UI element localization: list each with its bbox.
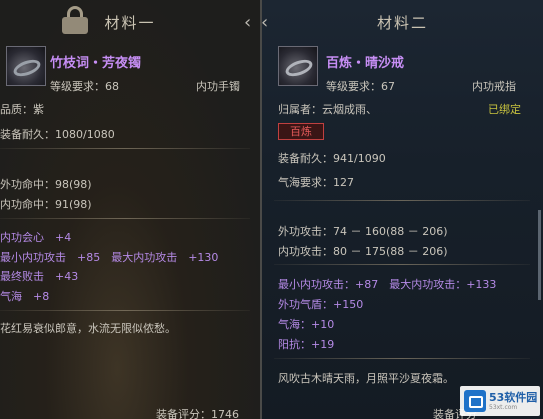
attack-line: 内功攻击：80 － 175(88 － 206) [278, 245, 448, 258]
divider [274, 358, 530, 359]
bonus-line: 气海：+10 [278, 318, 335, 331]
bonus-line: 最终败击 +43 [0, 270, 79, 283]
panel-title: 材料二 [376, 14, 428, 32]
durability: 装备耐久：1080/1080 [0, 128, 115, 141]
watermark-logo-icon [464, 390, 486, 412]
item-type: 内功手镯 [196, 80, 240, 93]
divider [0, 148, 250, 149]
site-watermark: 53软件园 53xt.com [460, 386, 540, 416]
divider [0, 218, 250, 219]
material-one-panel: 材料一 ‹ 竹枝词・芳夜镯 等级要求：68 内功手镯 品质：紫 装备耐久：108… [0, 0, 262, 419]
bracelet-item-icon [6, 46, 46, 86]
bonus-line: 最小内功攻击：+87 最大内功攻击：+133 [278, 278, 497, 291]
watermark-url: 53xt.com [489, 404, 518, 411]
divider [274, 264, 530, 265]
bonus-line: 阳抗：+19 [278, 338, 335, 351]
bound-status: 已绑定 [488, 103, 521, 116]
owner-label: 归属者：云烟成雨、 [278, 103, 377, 116]
durability: 装备耐久：941/1090 [278, 152, 386, 165]
level-requirement: 等级要求：67 [326, 80, 395, 93]
quality-label: 品质：紫 [0, 103, 44, 116]
item-type: 内功戒指 [472, 80, 516, 93]
flavor-text: 花红易衰似郎意，水流无限似侬愁。 [0, 322, 176, 335]
bonus-line: 内功会心 +4 [0, 231, 72, 244]
stat-line: 内功命中：91(98) [0, 198, 92, 211]
divider [0, 310, 250, 311]
flavor-text: 风吹古木晴天雨，月照平沙夏夜霜。 [278, 372, 454, 385]
qihai-requirement: 气海要求：127 [278, 176, 354, 189]
watermark-brand: 53软件园 [489, 391, 538, 404]
ring-item-icon [278, 46, 318, 86]
item-name: 百炼・晴沙戒 [326, 56, 405, 71]
bonus-line: 外功气盾：+150 [278, 298, 364, 311]
chevron-left-icon[interactable]: ‹ [244, 12, 251, 33]
panel-title: 材料一 [104, 14, 156, 32]
refine-tag-badge: 百炼 [278, 123, 324, 140]
scrollbar[interactable] [538, 210, 541, 300]
item-name: 竹枝词・芳夜镯 [50, 56, 142, 71]
attack-line: 外功攻击：74 － 160(88 － 206) [278, 225, 448, 238]
bonus-line: 气海 +8 [0, 290, 50, 303]
level-requirement: 等级要求：68 [50, 80, 119, 93]
divider [274, 200, 530, 201]
stat-line: 外功命中：98(98) [0, 178, 92, 191]
bonus-line: 最小内功攻击 +85 最大内功攻击 +130 [0, 251, 219, 264]
equipment-score: 装备评分：1746 [156, 408, 239, 419]
